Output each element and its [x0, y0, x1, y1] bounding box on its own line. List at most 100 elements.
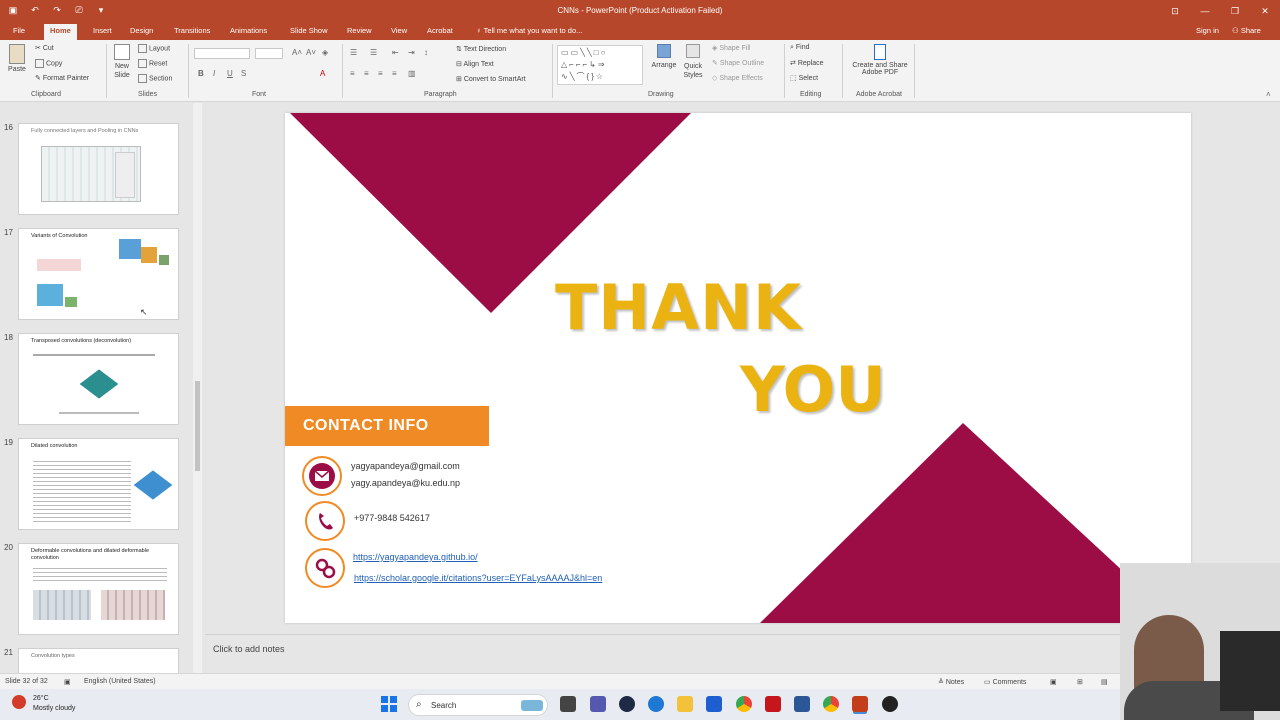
justify-icon[interactable]: ≡ [392, 69, 397, 78]
convert-smartart-button[interactable]: ⊞ Convert to SmartArt [456, 75, 526, 83]
thumbnail-slide-20[interactable]: Deformable convolutions and dilated defo… [18, 543, 179, 635]
tab-transitions[interactable]: Transitions [174, 26, 210, 35]
arrange-icon [657, 44, 671, 58]
tell-me-search[interactable]: ♀ Tell me what you want to do... [476, 26, 582, 35]
obs-icon[interactable] [882, 696, 898, 712]
tab-review[interactable]: Review [347, 26, 372, 35]
acrobat-icon[interactable] [765, 696, 781, 712]
scrollbar-thumb[interactable] [195, 381, 200, 471]
increase-font-icon[interactable]: A˄ [292, 48, 302, 57]
slide-sorter-icon[interactable]: ⊞ [1077, 678, 1083, 686]
create-share-pdf-button[interactable]: Create and Share Adobe PDF [848, 44, 912, 76]
tab-animations[interactable]: Animations [230, 26, 267, 35]
tab-acrobat[interactable]: Acrobat [427, 26, 453, 35]
pen-icon: ✎ [712, 60, 720, 67]
scholar-link[interactable]: https://scholar.google.it/citations?user… [354, 573, 602, 583]
outlook-icon[interactable] [706, 696, 722, 712]
language-status[interactable]: English (United States) [84, 678, 156, 685]
thumbnail-text-line [59, 412, 139, 414]
task-view-icon[interactable] [560, 696, 576, 712]
line-spacing-icon[interactable]: ↕ [424, 48, 428, 57]
powerpoint-icon[interactable] [852, 696, 868, 712]
restore-button[interactable]: ❐ [1220, 0, 1250, 22]
section-button[interactable]: Section [138, 74, 172, 83]
tab-home[interactable]: Home [44, 24, 77, 40]
tab-file[interactable]: File [13, 26, 25, 35]
bullets-icon[interactable]: ☰ [350, 48, 357, 57]
taskbar: 26°C Mostly cloudy ⌕ Search [0, 689, 1120, 720]
align-right-icon[interactable]: ≡ [378, 69, 383, 78]
browser-icon[interactable] [648, 696, 664, 712]
sign-in-link[interactable]: Sign in [1196, 26, 1219, 35]
new-slide-button[interactable]: New Slide [110, 44, 134, 80]
tab-view[interactable]: View [391, 26, 407, 35]
paste-button[interactable]: Paste [6, 44, 28, 73]
decrease-indent-icon[interactable]: ⇤ [392, 48, 399, 57]
thumbnail-slide-16[interactable]: Fully connected layers and Pooling in CN… [18, 123, 179, 215]
notes-toggle[interactable]: ≜ Notes [938, 678, 964, 686]
ribbon-display-options-button[interactable]: ⊡ [1160, 0, 1190, 22]
underline-button[interactable]: U [227, 69, 233, 78]
text-direction-button[interactable]: ⇅ Text Direction [456, 45, 506, 53]
spell-check-icon[interactable]: ▣ [64, 678, 71, 686]
arrange-button[interactable]: Arrange [650, 44, 678, 69]
collapse-ribbon-icon[interactable]: ˄ [1266, 90, 1271, 99]
chrome-icon[interactable] [736, 696, 752, 712]
shapes-gallery[interactable]: ▭▭╲╲□○ △⌐⌐⌐↳⇒ ∿╲⌒{}☆ [557, 45, 643, 85]
start-button[interactable] [381, 696, 397, 712]
increase-indent-icon[interactable]: ⇥ [408, 48, 415, 57]
replace-button[interactable]: ⇄ Replace [790, 59, 824, 67]
align-text-button[interactable]: ⊟ Align Text [456, 60, 494, 68]
tab-design[interactable]: Design [130, 26, 153, 35]
font-name-combo[interactable] [194, 48, 250, 59]
share-button[interactable]: ⚇ Share [1232, 26, 1261, 35]
notes-pane[interactable]: Click to add notes [205, 634, 1120, 673]
layout-button[interactable]: Layout [138, 44, 170, 53]
thumbnail-slide-19[interactable]: Dilated convolution [18, 438, 179, 530]
comments-toggle[interactable]: ▭ Comments [984, 678, 1026, 686]
minimize-button[interactable]: — [1190, 0, 1220, 22]
align-center-icon[interactable]: ≡ [364, 69, 369, 78]
taskbar-search[interactable]: ⌕ Search [408, 694, 548, 716]
tab-slide-show[interactable]: Slide Show [290, 26, 328, 35]
format-painter-button[interactable]: ✎ Format Painter [35, 74, 89, 82]
font-color-icon[interactable]: A [320, 69, 325, 78]
thumbnail-number: 20 [4, 543, 13, 552]
select-button[interactable]: ⬚ Select [790, 74, 818, 82]
close-button[interactable]: ✕ [1250, 0, 1280, 22]
presenter-video [1220, 631, 1280, 711]
columns-icon[interactable]: ▥ [408, 69, 416, 78]
quick-styles-button[interactable]: Quick Styles [681, 44, 705, 80]
word-icon[interactable] [794, 696, 810, 712]
file-explorer-icon[interactable] [677, 696, 693, 712]
shape-outline-button[interactable]: ✎ Shape Outline [712, 59, 764, 67]
shape-fill-button[interactable]: ◈ Shape Fill [712, 44, 750, 52]
normal-view-icon[interactable]: ▣ [1050, 678, 1057, 686]
cut-button[interactable]: ✂ Cut [35, 44, 54, 52]
numbering-icon[interactable]: ☰ [370, 48, 377, 57]
github-link[interactable]: https://yagyapandeya.github.io/ [353, 552, 478, 562]
thumbnail-scrollbar[interactable] [193, 103, 202, 673]
clear-formatting-icon[interactable]: ◈ [322, 48, 328, 57]
tab-insert[interactable]: Insert [93, 26, 112, 35]
media-app-icon[interactable] [619, 696, 635, 712]
bold-button[interactable]: B [198, 69, 204, 78]
reading-view-icon[interactable]: ▤ [1101, 678, 1108, 686]
copy-button[interactable]: Copy [35, 59, 62, 68]
teams-icon[interactable] [590, 696, 606, 712]
align-left-icon[interactable]: ≡ [350, 69, 355, 78]
font-size-combo[interactable] [255, 48, 283, 59]
shape-effects-button[interactable]: ◇ Shape Effects [712, 74, 763, 82]
thumbnail-slide-18[interactable]: Transposed convolutions (deconvolution) [18, 333, 179, 425]
thumbnail-slide-17[interactable]: Variants of Convolution ↖ [18, 228, 179, 320]
shadow-button[interactable]: S [241, 69, 246, 78]
status-bar: Slide 32 of 32 ▣ English (United States)… [0, 673, 1120, 689]
decrease-font-icon[interactable]: A˅ [306, 48, 316, 57]
search-icon: ⌕ [416, 699, 422, 710]
find-button[interactable]: ⌕ Find [790, 44, 810, 52]
slide-canvas[interactable]: THANK YOU CONTACT INFO yagyapandeya@gmai… [285, 113, 1191, 623]
thumbnail-slide-21[interactable]: Convolution types [18, 648, 179, 673]
italic-button[interactable]: I [213, 69, 215, 78]
reset-button[interactable]: Reset [138, 59, 167, 68]
chrome-profile-icon[interactable] [823, 696, 839, 712]
